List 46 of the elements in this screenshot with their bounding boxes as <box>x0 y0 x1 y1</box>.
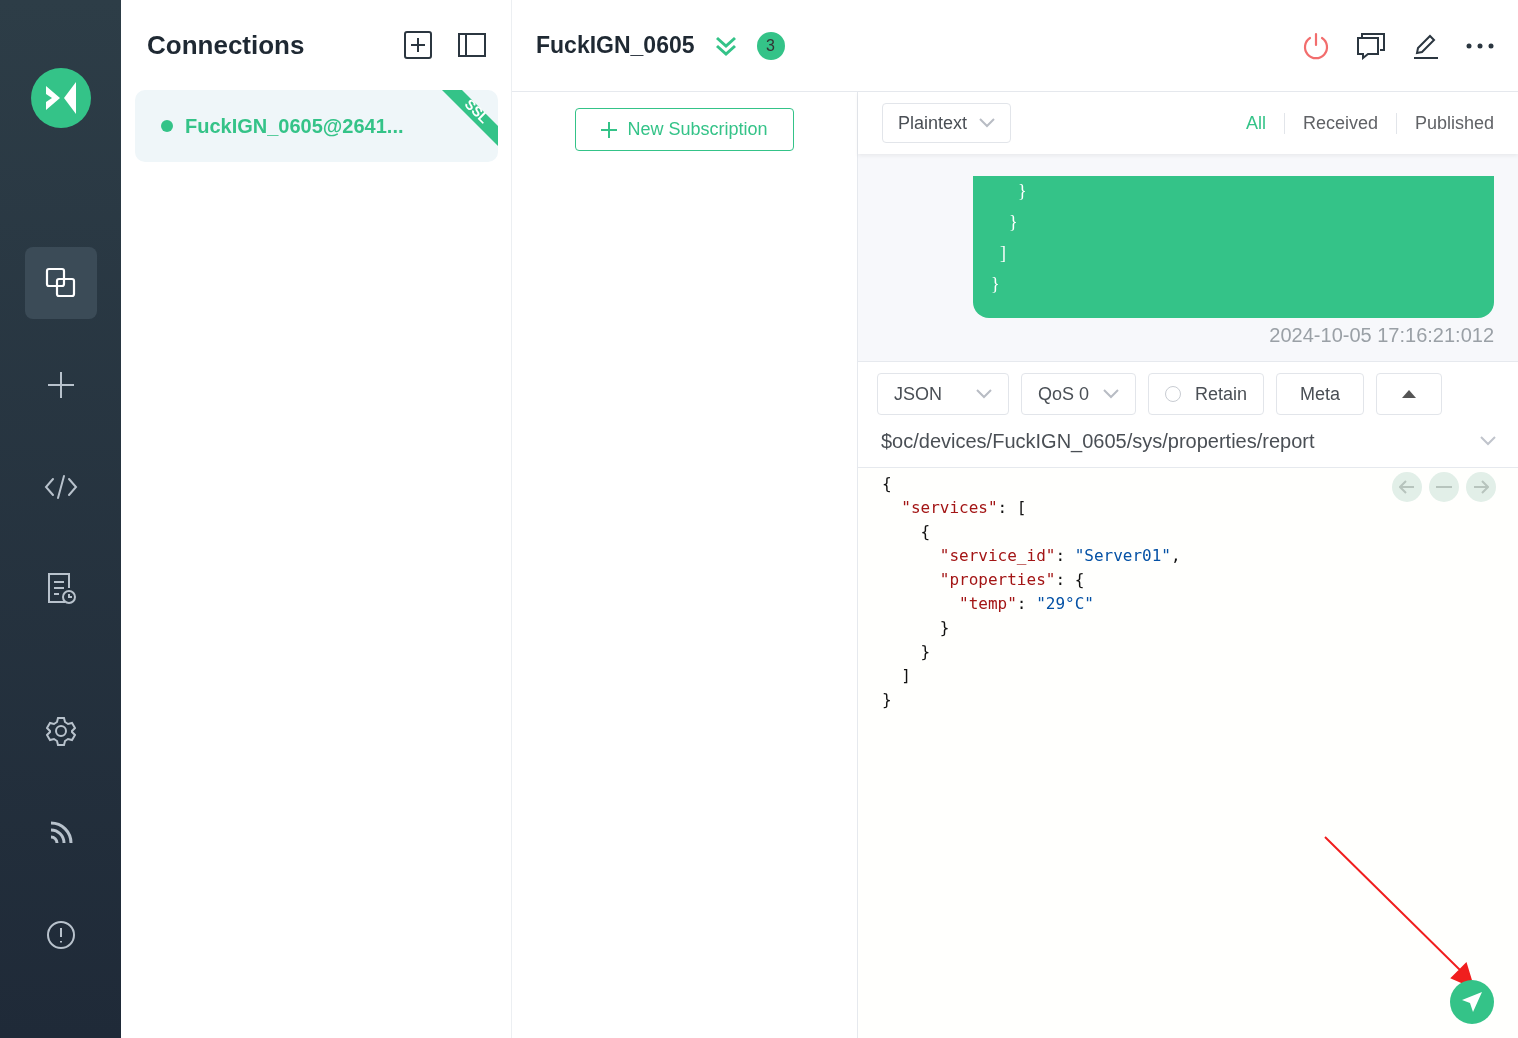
power-icon[interactable] <box>1302 31 1330 60</box>
code-line: "service_id": "Server01", <box>938 545 1181 567</box>
meta-button[interactable]: Meta <box>1276 373 1365 415</box>
triangle-up-icon <box>1402 390 1417 398</box>
message-line: } <box>1017 180 1028 203</box>
code-line: "properties": { <box>938 569 1085 591</box>
sidebar-item[interactable] <box>24 247 97 319</box>
chat-icon[interactable] <box>1356 31 1386 60</box>
code-line: { <box>882 473 892 495</box>
plus-icon <box>45 370 76 400</box>
code-line: { <box>919 521 931 543</box>
code-icon <box>43 474 78 500</box>
message-line: } <box>991 273 1001 296</box>
add-icon[interactable] <box>404 31 432 59</box>
message-line: ] <box>999 242 1007 265</box>
qos-dropdown[interactable]: QoS 0 <box>1021 373 1137 415</box>
payload-format-dropdown[interactable]: JSON <box>877 373 1009 415</box>
panel-toggle-icon[interactable] <box>458 33 486 57</box>
connections-title: Connections <box>147 29 306 61</box>
code-line: ] <box>900 665 911 687</box>
app-logo-icon <box>30 68 91 128</box>
code-line: "temp": "29°C" <box>958 593 1094 615</box>
connection-name: FuckIGN_0605@2641... <box>185 114 404 138</box>
code-line: } <box>882 689 892 711</box>
connections-icon <box>43 266 78 300</box>
format-dropdown[interactable]: Plaintext <box>882 103 1012 143</box>
settings-icon <box>45 716 76 746</box>
info-icon <box>45 920 76 950</box>
message-line: } <box>1008 211 1019 234</box>
chevron-down-icon <box>976 389 992 399</box>
topic-field[interactable]: $oc/devices/FuckIGN_0605/sys/properties/report <box>881 429 1480 453</box>
chevron-down-icon <box>979 118 996 128</box>
code-line: "services": [ <box>900 497 1027 519</box>
chevron-down-icon <box>1103 389 1120 399</box>
retain-toggle[interactable]: Retain <box>1148 373 1265 415</box>
code-line: } <box>938 617 950 639</box>
message-time: 2024-10-05 17:16:21:012 <box>1269 324 1494 347</box>
chevron-down-icon <box>1480 436 1496 446</box>
plus-icon <box>601 121 618 138</box>
filter-tab[interactable]: Published <box>1395 112 1494 134</box>
more-icon[interactable] <box>1466 41 1494 50</box>
paper-plane-icon <box>1461 991 1483 1013</box>
count-badge: 3 <box>756 31 785 60</box>
filter-tab[interactable]: Received <box>1283 112 1396 134</box>
connection-title: FuckIGN_0605 <box>536 32 695 59</box>
code-line: } <box>919 641 931 663</box>
